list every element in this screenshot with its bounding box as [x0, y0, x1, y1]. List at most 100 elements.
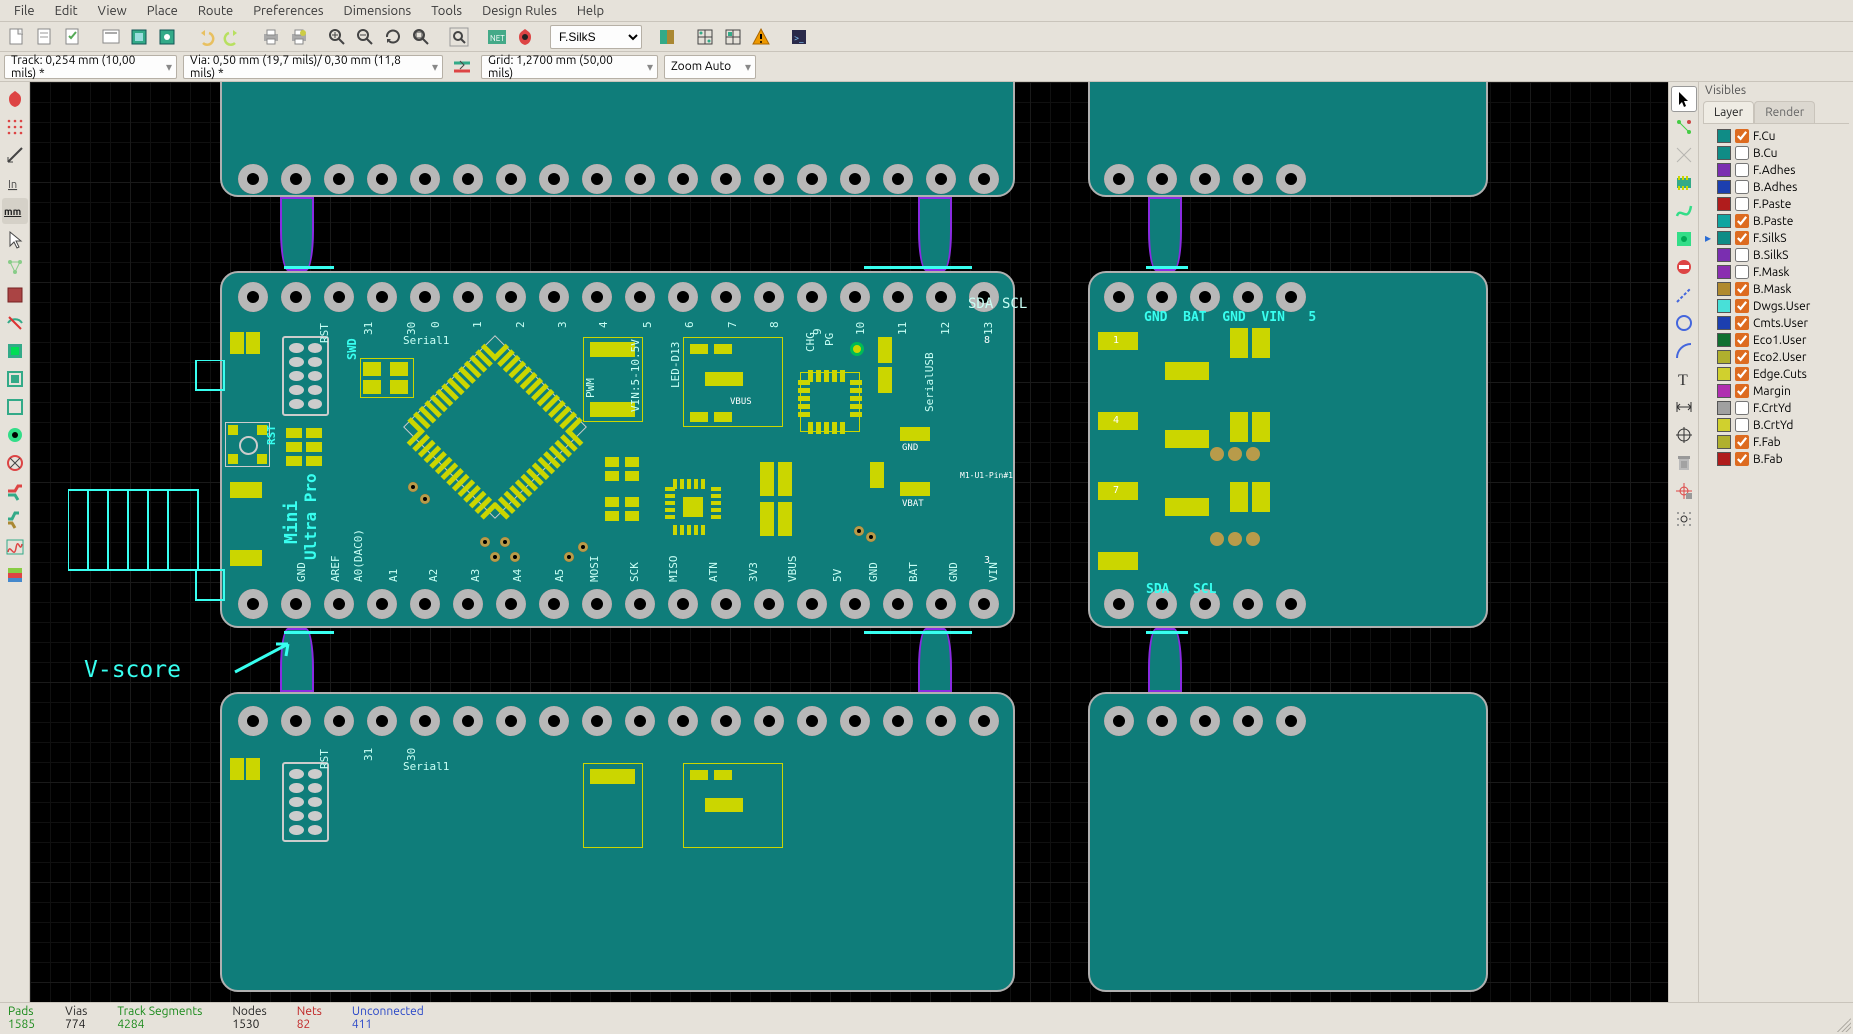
- layer-pair-icon[interactable]: [654, 24, 680, 50]
- layer-row-f-mask[interactable]: F.Mask: [1701, 264, 1851, 280]
- mwave-toolbar-icon[interactable]: [2, 534, 28, 560]
- zoom-redraw-icon[interactable]: [380, 24, 406, 50]
- layer-row-f-paste[interactable]: F.Paste: [1701, 196, 1851, 212]
- layer-row-f-fab[interactable]: F.Fab: [1701, 434, 1851, 450]
- layer-swatch-icon[interactable]: [1717, 214, 1731, 228]
- drc-off-icon[interactable]: [2, 86, 28, 112]
- delete-icon[interactable]: [1671, 450, 1697, 476]
- layer-swatch-icon[interactable]: [1717, 248, 1731, 262]
- layer-visibility-checkbox[interactable]: [1735, 350, 1749, 364]
- layer-swatch-icon[interactable]: [1717, 265, 1731, 279]
- layer-row-edge-cuts[interactable]: Edge.Cuts: [1701, 366, 1851, 382]
- layer-visibility-checkbox[interactable]: [1735, 265, 1749, 279]
- layer-visibility-checkbox[interactable]: [1735, 401, 1749, 415]
- layer-swatch-icon[interactable]: [1717, 435, 1731, 449]
- layer-swatch-icon[interactable]: [1717, 452, 1731, 466]
- page-settings-icon[interactable]: [98, 24, 124, 50]
- add-keepout-icon[interactable]: [1671, 254, 1697, 280]
- layer-row-b-crtyd[interactable]: B.CrtYd: [1701, 417, 1851, 433]
- menu-tools[interactable]: Tools: [421, 2, 472, 20]
- menu-place[interactable]: Place: [137, 2, 188, 20]
- layer-row-cmts-user[interactable]: Cmts.User: [1701, 315, 1851, 331]
- layer-swatch-icon[interactable]: [1717, 333, 1731, 347]
- layer-row-b-cu[interactable]: B.Cu: [1701, 145, 1851, 161]
- netlist-icon[interactable]: NET: [484, 24, 510, 50]
- layer-row-b-adhes[interactable]: B.Adhes: [1701, 179, 1851, 195]
- auto-track-icon[interactable]: [449, 54, 475, 80]
- layer-visibility-checkbox[interactable]: [1735, 129, 1749, 143]
- layer-swatch-icon[interactable]: [1717, 231, 1731, 245]
- layer-row-b-mask[interactable]: B.Mask: [1701, 281, 1851, 297]
- layer-row-eco1-user[interactable]: Eco1.User: [1701, 332, 1851, 348]
- via-size-selector[interactable]: Via: 0,50 mm (19,7 mils)/ 0,30 mm (11,8 …: [183, 55, 443, 79]
- layer-swatch-icon[interactable]: [1717, 350, 1731, 364]
- add-module-icon[interactable]: [1671, 170, 1697, 196]
- layer-visibility-checkbox[interactable]: [1735, 214, 1749, 228]
- autodelete-track-icon[interactable]: [2, 310, 28, 336]
- add-zone-icon[interactable]: [1671, 226, 1697, 252]
- layer-visibility-checkbox[interactable]: [1735, 299, 1749, 313]
- layer-row-dwgs-user[interactable]: Dwgs.User: [1701, 298, 1851, 314]
- print-icon[interactable]: [258, 24, 284, 50]
- add-target-icon[interactable]: [1671, 422, 1697, 448]
- layer-row-f-crtyd[interactable]: F.CrtYd: [1701, 400, 1851, 416]
- show-zones-icon[interactable]: [2, 338, 28, 364]
- layer-visibility-checkbox[interactable]: [1735, 333, 1749, 347]
- menu-file[interactable]: File: [4, 2, 45, 20]
- layer-visibility-checkbox[interactable]: [1735, 146, 1749, 160]
- layer-visibility-checkbox[interactable]: [1735, 316, 1749, 330]
- layer-swatch-icon[interactable]: [1717, 180, 1731, 194]
- grid-origin-icon[interactable]: [1671, 506, 1697, 532]
- pad-fill-icon[interactable]: [2, 422, 28, 448]
- add-line-icon[interactable]: [1671, 282, 1697, 308]
- ratsnest-show-icon[interactable]: [2, 254, 28, 280]
- undo-icon[interactable]: [192, 24, 218, 50]
- menu-edit[interactable]: Edit: [45, 2, 88, 20]
- ratsnest-module-icon[interactable]: [2, 282, 28, 308]
- layer-swatch-icon[interactable]: [1717, 282, 1731, 296]
- layer-row-eco2-user[interactable]: Eco2.User: [1701, 349, 1851, 365]
- add-text-icon[interactable]: T: [1671, 366, 1697, 392]
- layer-visibility-checkbox[interactable]: [1735, 180, 1749, 194]
- layer-row-b-paste[interactable]: B.Paste: [1701, 213, 1851, 229]
- plot-icon[interactable]: [286, 24, 312, 50]
- layer-swatch-icon[interactable]: [1717, 163, 1731, 177]
- new-icon[interactable]: [4, 24, 30, 50]
- menu-design-rules[interactable]: Design Rules: [472, 2, 567, 20]
- menu-route[interactable]: Route: [188, 2, 243, 20]
- grid-pad-icon[interactable]: [692, 24, 718, 50]
- layer-swatch-icon[interactable]: [1717, 384, 1731, 398]
- local-ratsnest-icon[interactable]: [1671, 142, 1697, 168]
- resize-grip-icon[interactable]: [1837, 1018, 1851, 1032]
- save-icon[interactable]: [60, 24, 86, 50]
- layer-swatch-icon[interactable]: [1717, 299, 1731, 313]
- add-arc-icon[interactable]: [1671, 338, 1697, 364]
- place-origin-icon[interactable]: [1671, 478, 1697, 504]
- layer-visibility-checkbox[interactable]: [1735, 197, 1749, 211]
- module-viewer-icon[interactable]: [154, 24, 180, 50]
- add-track-icon[interactable]: [1671, 198, 1697, 224]
- cursor-shape-icon[interactable]: [2, 226, 28, 252]
- layer-visibility-checkbox[interactable]: [1735, 384, 1749, 398]
- layer-visibility-checkbox[interactable]: [1735, 435, 1749, 449]
- highlight-net-icon[interactable]: [1671, 114, 1697, 140]
- cursor-tool-icon[interactable]: [1671, 86, 1697, 112]
- module-editor-icon[interactable]: [126, 24, 152, 50]
- menu-preferences[interactable]: Preferences: [243, 2, 333, 20]
- layer-visibility-checkbox[interactable]: [1735, 163, 1749, 177]
- layer-swatch-icon[interactable]: [1717, 129, 1731, 143]
- layer-swatch-icon[interactable]: [1717, 316, 1731, 330]
- track-fill-icon[interactable]: [2, 478, 28, 504]
- open-icon[interactable]: [32, 24, 58, 50]
- menu-view[interactable]: View: [88, 2, 137, 20]
- layer-swatch-icon[interactable]: [1717, 418, 1731, 432]
- layer-visibility-checkbox[interactable]: [1735, 452, 1749, 466]
- layer-row-f-adhes[interactable]: F.Adhes: [1701, 162, 1851, 178]
- drc-icon[interactable]: [512, 24, 538, 50]
- scripting-icon[interactable]: >_: [786, 24, 812, 50]
- layer-swatch-icon[interactable]: [1717, 401, 1731, 415]
- units-mm-icon[interactable]: mm: [2, 198, 28, 224]
- grid-selector[interactable]: Grid: 1,2700 mm (50,00 mils): [481, 55, 658, 79]
- add-dimension-icon[interactable]: [1671, 394, 1697, 420]
- menu-dimensions[interactable]: Dimensions: [334, 2, 422, 20]
